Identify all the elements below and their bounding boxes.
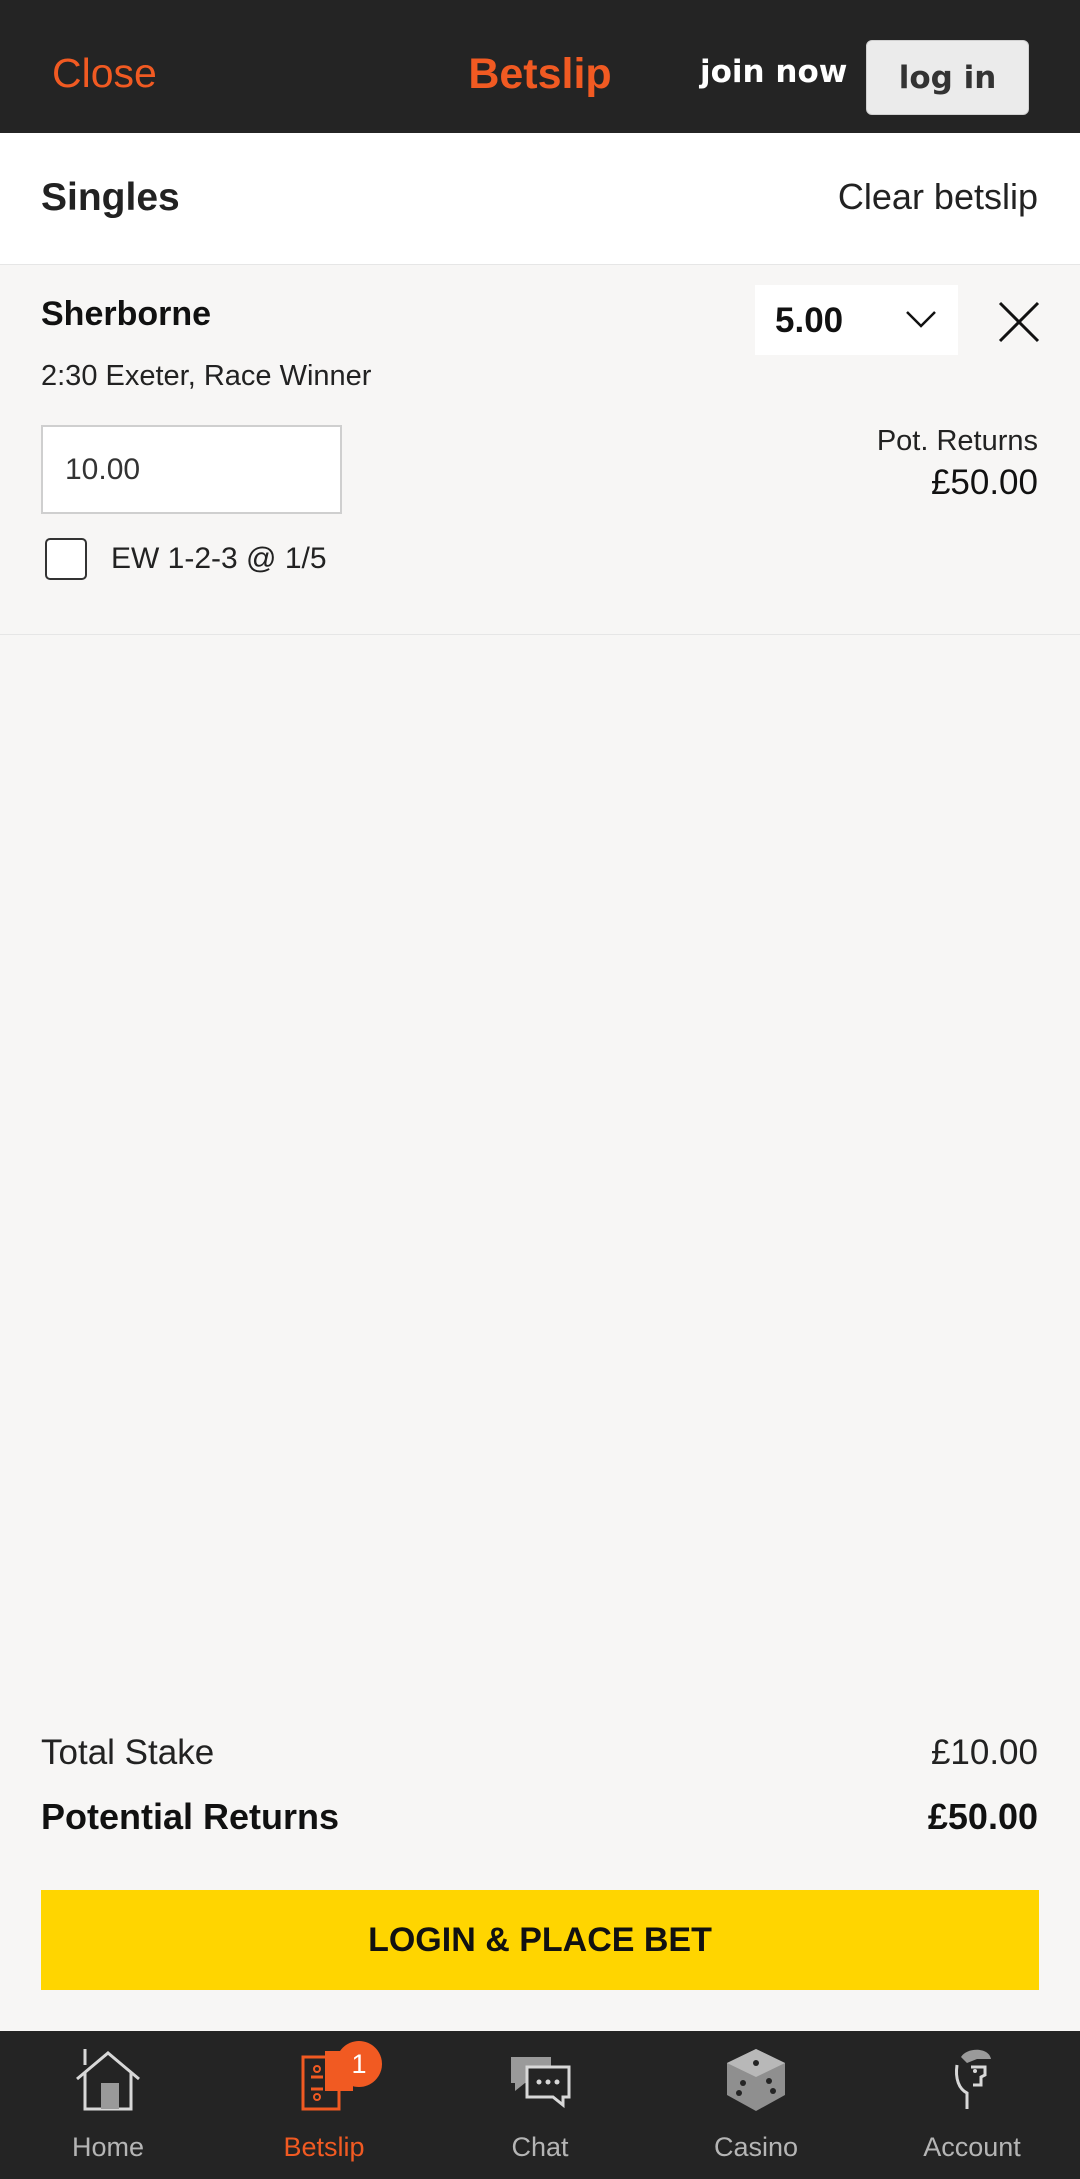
nav-item-betslip[interactable]: 1 Betslip	[216, 2031, 432, 2179]
top-header: Close Betslip join now log in	[0, 0, 1080, 133]
login-place-bet-button[interactable]: LOGIN & PLACE BET	[41, 1890, 1039, 1990]
page-title: Betslip	[468, 50, 612, 98]
bet-selection: Sherborne 2:30 Exeter, Race Winner 5.00 …	[0, 265, 1080, 635]
selection-name: Sherborne	[41, 295, 212, 333]
each-way-label: EW 1-2-3 @ 1/5	[111, 542, 327, 575]
each-way-checkbox[interactable]	[45, 538, 87, 580]
nav-label: Betslip	[283, 2132, 365, 2162]
total-stake-label: Total Stake	[41, 1733, 215, 1772]
nav-item-account[interactable]: Account	[864, 2031, 1080, 2179]
account-icon	[955, 2049, 991, 2109]
dice-icon	[727, 2049, 785, 2111]
join-now-link[interactable]: join now	[700, 54, 847, 90]
nav-item-casino[interactable]: Casino	[648, 2031, 864, 2179]
selection-market: 2:30 Exeter, Race Winner	[41, 360, 372, 392]
potential-returns-label: Potential Returns	[41, 1796, 340, 1837]
section-title: Singles	[41, 176, 180, 219]
nav-item-home[interactable]: Home	[0, 2031, 216, 2179]
nav-label: Casino	[713, 2132, 799, 2162]
close-button[interactable]: Close	[52, 50, 157, 97]
potential-returns-value: £50.00	[927, 1796, 1038, 1837]
chat-icon	[511, 2057, 571, 2109]
odds-dropdown[interactable]: 5.00	[755, 285, 958, 355]
pot-returns-value: £50.00	[930, 463, 1038, 502]
betslip-count-badge: 1	[336, 2041, 382, 2087]
stake-input[interactable]	[41, 425, 342, 514]
bottom-nav: Home 1 Betslip Chat Casino Account	[0, 2031, 1080, 2179]
total-stake-value: £10.00	[930, 1733, 1038, 1772]
close-icon[interactable]	[994, 297, 1044, 347]
home-icon	[76, 2049, 140, 2111]
clear-betslip-button[interactable]: Clear betslip	[838, 176, 1038, 218]
nav-label: Home	[71, 2132, 145, 2162]
nav-label: Chat	[511, 2132, 569, 2162]
singles-header: Singles Clear betslip	[0, 133, 1080, 265]
nav-item-chat[interactable]: Chat	[432, 2031, 648, 2179]
odds-value: 5.00	[775, 301, 844, 340]
login-button[interactable]: log in	[866, 40, 1029, 115]
pot-returns-label: Pot. Returns	[876, 425, 1038, 457]
chevron-down-icon	[906, 311, 936, 328]
nav-label: Account	[923, 2132, 1021, 2162]
